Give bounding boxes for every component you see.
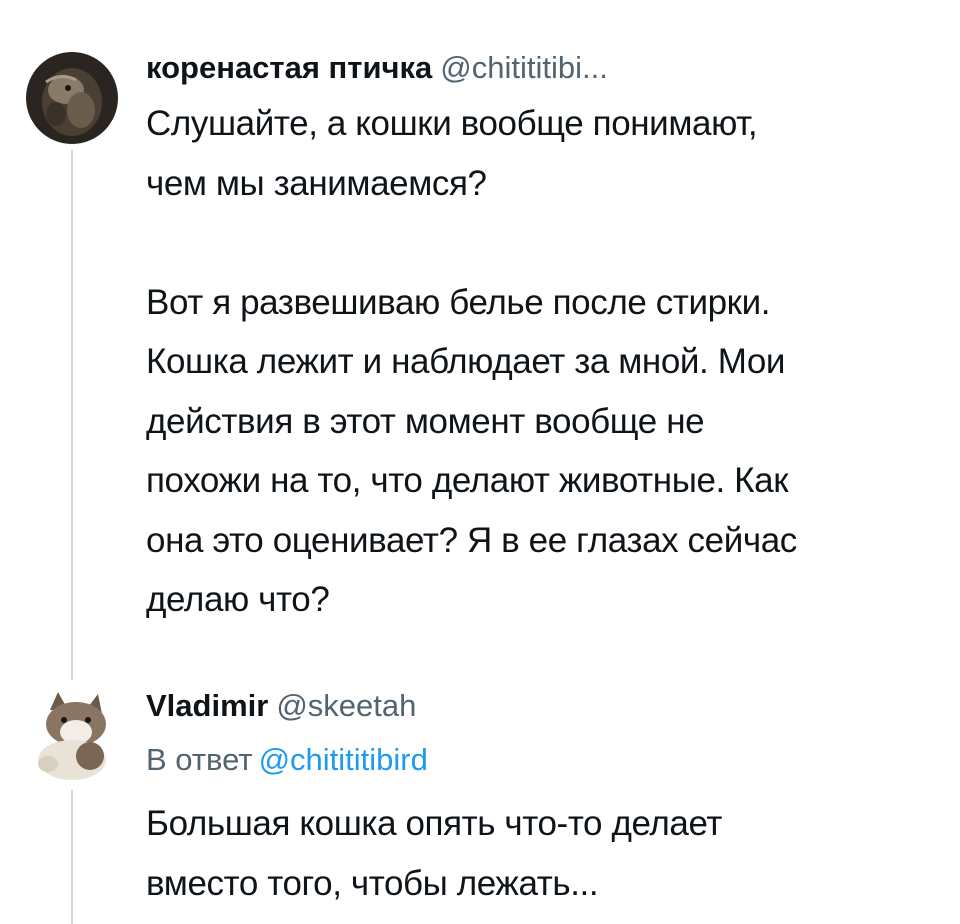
tweet-header: коренастая птичка @chitititibi... — [146, 48, 608, 88]
avatar[interactable] — [28, 690, 116, 782]
bird-photo-avatar-icon — [26, 52, 118, 144]
reply-to-line: В ответ @chitititibird — [146, 740, 428, 780]
avatar[interactable] — [26, 52, 118, 144]
tweet-header: Vladimir @skeetah — [146, 686, 416, 726]
reply-to-mention-link[interactable]: @chitititibird — [259, 742, 428, 777]
user-handle[interactable]: @skeetah — [276, 688, 416, 723]
thread-connector-line — [71, 150, 73, 680]
display-name[interactable]: Vladimir — [146, 688, 268, 723]
display-name[interactable]: коренастая птичка — [146, 50, 432, 85]
thread-connector-line — [71, 790, 73, 924]
tweet-text: Большая кошка опять что-то делает вместо… — [146, 804, 722, 903]
user-handle[interactable]: @chitititibi... — [440, 50, 608, 85]
reply-prefix: В ответ — [146, 742, 253, 777]
tweet-text: Слушайте, а кошки вообще понимают, чем м… — [146, 104, 797, 619]
cat-avatar-icon — [28, 690, 116, 782]
